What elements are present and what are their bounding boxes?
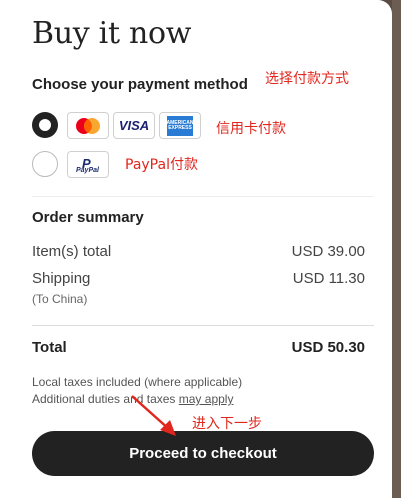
red-arrow-icon [131,395,176,436]
buy-it-now-modal: Buy it now Choose your payment method 选择… [0,0,392,498]
annotation-choose-method: 选择付款方式 [265,71,349,87]
amex-icon: AMERICAN EXPRESS [159,112,201,139]
modal-title: Buy it now [32,16,192,51]
summary-divider [32,325,374,326]
visa-icon: VISA [113,112,155,139]
annotation-paypal-pay: PayPal付款 [125,157,198,173]
amex-label: AMERICAN EXPRESS [167,115,193,136]
total-value: USD 50.30 [291,339,365,356]
visa-label: VISA [118,118,150,133]
total-label: Total [32,339,67,356]
paypal-payment-radio[interactable] [32,151,58,177]
items-total-value: USD 39.00 [291,243,365,260]
proceed-to-checkout-button[interactable]: Proceed to checkout [32,431,374,476]
tax-note: Local taxes included (where applicable) [32,375,243,389]
order-summary-heading: Order summary [32,209,144,226]
shipping-value: USD 11.30 [292,270,365,287]
mastercard-icon [67,112,109,139]
background-scrollbar [392,0,401,498]
annotation-next-step: 进入下一步 [192,416,262,432]
shipping-label: Shipping [32,270,91,287]
paypal-icon: P PayPal [67,151,109,178]
divider [32,196,374,197]
payment-method-heading: Choose your payment method [32,76,248,93]
may-apply-link[interactable]: may apply [179,392,234,406]
annotation-card-pay: 信用卡付款 [216,121,286,137]
card-payment-radio[interactable] [32,112,58,138]
paypal-card-label: PayPal [76,167,99,174]
shipping-destination: (To China) [32,292,88,306]
items-total-label: Item(s) total [32,243,112,260]
